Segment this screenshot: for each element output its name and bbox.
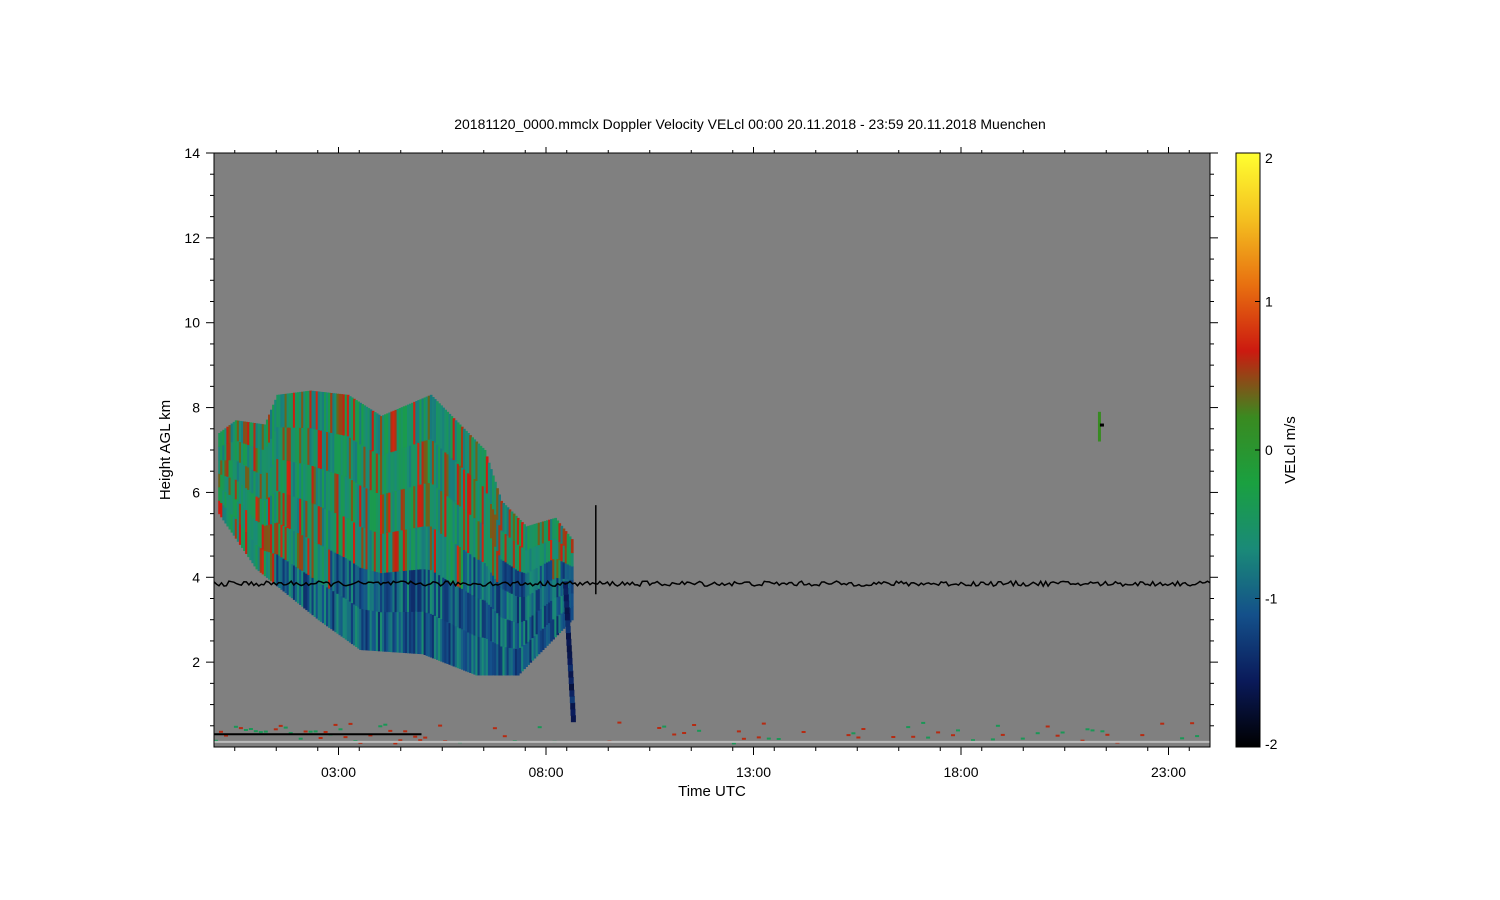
y-tick-label: 4 xyxy=(192,569,200,585)
x-tick-label: 03:00 xyxy=(321,764,356,780)
colorbar-tick-label: -2 xyxy=(1265,736,1278,752)
y-tick-label: 2 xyxy=(192,654,200,670)
x-axis-label: Time UTC xyxy=(678,783,746,800)
y-tick-label: 6 xyxy=(192,484,200,500)
y-tick-label: 8 xyxy=(192,400,200,416)
colorbar-tick-label: 2 xyxy=(1265,150,1273,166)
colorbar-label: VELcl m/s xyxy=(1282,416,1299,484)
colorbar-tick-label: -1 xyxy=(1265,591,1278,607)
chart-canvas: 03:00 08:00 13:00 18:00 23:002468101214 Time… xyxy=(157,145,1299,800)
y-tick-label: 14 xyxy=(184,145,200,161)
x-tick-label: 23:00 xyxy=(1151,764,1186,780)
x-tick-label: 18:00 xyxy=(943,764,978,780)
colorbar-tick-label: 0 xyxy=(1265,442,1273,458)
colorbar-tick-label: 1 xyxy=(1265,294,1273,310)
y-axis-label: Height AGL km xyxy=(157,400,174,500)
x-tick-label: 13:00 xyxy=(736,764,771,780)
x-tick-label: 08:00 xyxy=(528,764,563,780)
y-tick-label: 10 xyxy=(184,315,200,331)
y-tick-label: 12 xyxy=(184,230,200,246)
